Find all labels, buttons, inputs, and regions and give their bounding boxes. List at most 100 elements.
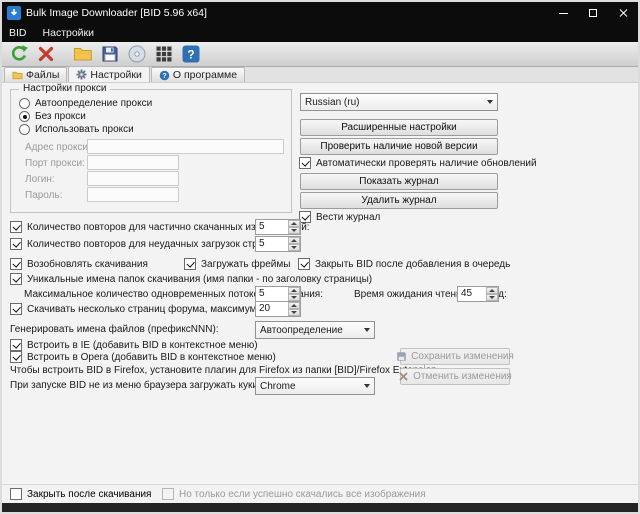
retries-partial-spinner[interactable]: 5 [255, 219, 301, 235]
keep-log-label: Вести журнал [316, 212, 380, 223]
language-value: Russian (ru) [305, 97, 359, 108]
cancel-icon [398, 371, 409, 382]
minimize-icon [559, 13, 568, 14]
spinner-up-icon[interactable] [288, 287, 300, 294]
open-folder-button[interactable] [70, 43, 95, 65]
tab-about-label: О программе [173, 69, 237, 81]
titlebar: Bulk Image Downloader [BID 5.96 x64] [2, 2, 638, 24]
filenames-select[interactable]: Автоопределение [255, 321, 375, 339]
maximize-button[interactable] [578, 2, 608, 24]
spinner-value: 20 [256, 302, 288, 316]
menubar: BID Настройки [2, 24, 638, 42]
forum-pages-spinner[interactable]: 20 [255, 301, 301, 317]
cancel-button[interactable] [33, 43, 58, 65]
proxy-port-input [87, 155, 179, 170]
spinner-up-icon[interactable] [288, 302, 300, 309]
read-timeout-spinner[interactable]: 45 [457, 286, 499, 302]
cancel-icon [36, 44, 56, 64]
checkbox-checked-icon [298, 258, 310, 270]
unique-folders-checkbox[interactable]: Уникальные имена папок скачивания (имя п… [10, 273, 372, 285]
toolbar: ? [2, 42, 638, 67]
radio-selected-icon [19, 111, 30, 122]
retries-pages-spinner[interactable]: 5 [255, 236, 301, 252]
spinner-down-icon[interactable] [486, 294, 498, 301]
delete-log-button[interactable]: Удалить журнал [300, 192, 498, 209]
retries-pages-checkbox[interactable]: Количество повторов для неудачных загруз… [10, 238, 283, 250]
resume-downloads-checkbox[interactable]: Возобновлять скачивания [10, 258, 148, 270]
tab-files[interactable]: Файлы [4, 67, 67, 82]
chevron-down-icon [482, 94, 497, 110]
cookies-select[interactable]: Chrome [255, 377, 375, 395]
save-icon [100, 44, 120, 64]
load-frames-checkbox[interactable]: Загружать фреймы [184, 258, 290, 270]
spinner-up-icon[interactable] [486, 287, 498, 294]
proxy-auto-radio[interactable]: Автоопределение прокси [19, 98, 152, 109]
proxy-address-input [87, 139, 284, 154]
forum-pages-label: Скачивать несколько страниц форума, макс… [27, 304, 259, 315]
spinner-value: 5 [256, 237, 288, 251]
embed-ie-checkbox[interactable]: Встроить в IE (добавить BID в контекстно… [10, 339, 258, 351]
proxy-login-label: Логин: [25, 174, 55, 185]
proxy-auto-label: Автоопределение прокси [35, 98, 152, 109]
advanced-settings-button[interactable]: Расширенные настройки [300, 119, 498, 136]
embed-opera-checkbox[interactable]: Встроить в Opera (добавить BID в контекс… [10, 351, 276, 363]
save-button-toolbar[interactable] [97, 43, 122, 65]
app-icon [7, 6, 21, 20]
help-button[interactable]: ? [178, 43, 203, 65]
spinner-value: 5 [256, 287, 288, 301]
grid-button[interactable] [151, 43, 176, 65]
max-threads-spinner[interactable]: 5 [255, 286, 301, 302]
auto-check-updates-checkbox[interactable]: Автоматически проверять наличие обновлен… [299, 157, 537, 169]
spinner-buttons [288, 220, 300, 234]
status-bar [2, 503, 638, 513]
filenames-value: Автоопределение [260, 325, 343, 336]
spinner-buttons [288, 287, 300, 301]
checkbox-checked-icon [10, 303, 22, 315]
language-select[interactable]: Russian (ru) [300, 93, 498, 111]
proxy-port-label: Порт прокси: [25, 158, 85, 169]
close-after-queue-label: Закрыть BID после добавления в очередь [315, 259, 510, 270]
check-version-button[interactable]: Проверить наличие новой версии [300, 138, 498, 155]
checkbox-checked-icon [10, 258, 22, 270]
svg-text:?: ? [162, 73, 166, 80]
firefox-note: Чтобы встроить BID в Firefox, установите… [10, 365, 437, 376]
checkbox-checked-icon [299, 157, 311, 169]
show-log-button[interactable]: Показать журнал [300, 173, 498, 190]
spinner-down-icon[interactable] [288, 227, 300, 234]
folder-icon [12, 70, 23, 81]
close-after-download-checkbox[interactable]: Закрыть после скачивания [10, 488, 151, 500]
tab-about[interactable]: ? О программе [151, 67, 245, 82]
spinner-buttons [288, 237, 300, 251]
disc-icon [127, 44, 147, 64]
proxy-none-radio[interactable]: Без прокси [19, 111, 86, 122]
spinner-down-icon[interactable] [288, 309, 300, 316]
spinner-down-icon[interactable] [288, 294, 300, 301]
proxy-use-radio[interactable]: Использовать прокси [19, 124, 134, 135]
radio-icon [19, 124, 30, 135]
forum-pages-checkbox[interactable]: Скачивать несколько страниц форума, макс… [10, 303, 259, 315]
tab-settings[interactable]: Настройки [68, 66, 150, 82]
spinner-value: 45 [458, 287, 486, 301]
spinner-down-icon[interactable] [288, 244, 300, 251]
checkbox-checked-icon [10, 238, 22, 250]
resume-downloads-label: Возобновлять скачивания [27, 259, 148, 270]
minimize-button[interactable] [548, 2, 578, 24]
proxy-use-label: Использовать прокси [35, 124, 134, 135]
refresh-button[interactable] [6, 43, 31, 65]
window-title: Bulk Image Downloader [BID 5.96 x64] [26, 7, 543, 19]
spinner-up-icon[interactable] [288, 237, 300, 244]
menu-bid[interactable]: BID [9, 27, 27, 39]
disc-button[interactable] [124, 43, 149, 65]
menu-settings[interactable]: Настройки [43, 27, 95, 39]
maximize-icon [589, 9, 597, 17]
checkbox-checked-icon [184, 258, 196, 270]
checkbox-checked-icon [10, 339, 22, 351]
proxy-group-title: Настройки прокси [19, 83, 110, 94]
close-after-queue-checkbox[interactable]: Закрыть BID после добавления в очередь [298, 258, 510, 270]
unique-folders-label: Уникальные имена папок скачивания (имя п… [27, 274, 372, 285]
keep-log-checkbox[interactable]: Вести журнал [299, 211, 380, 223]
close-button[interactable] [608, 2, 638, 24]
spinner-up-icon[interactable] [288, 220, 300, 227]
cancel-changes-label: Отменить изменения [413, 371, 512, 382]
checkbox-unchecked-icon [10, 488, 22, 500]
